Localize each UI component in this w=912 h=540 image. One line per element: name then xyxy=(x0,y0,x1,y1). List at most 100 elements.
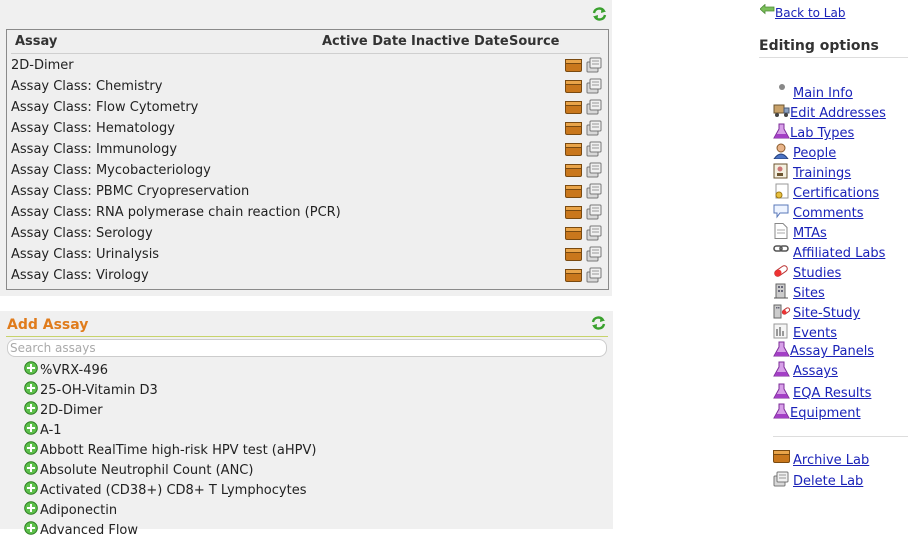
assay-name: Assay Class: Serology xyxy=(11,226,153,241)
archive-icon[interactable] xyxy=(565,122,582,139)
header-divider xyxy=(11,53,600,54)
table-row: 2D-Dimer xyxy=(7,55,608,76)
column-header-inactive-date[interactable]: Inactive Date xyxy=(411,34,509,49)
search-assays-input[interactable] xyxy=(7,339,607,357)
editing-option-label[interactable]: Affiliated Labs xyxy=(793,246,885,261)
flask-icon xyxy=(773,383,791,399)
training-icon xyxy=(773,163,791,179)
assay-name: Assay Class: Chemistry xyxy=(11,79,163,94)
archive-icon[interactable] xyxy=(565,227,582,244)
table-row: Assay Class: Serology xyxy=(7,223,608,244)
delete-icon[interactable] xyxy=(586,246,602,266)
editing-option-label[interactable]: Main Info xyxy=(793,86,853,101)
link-icon xyxy=(773,243,791,259)
add-plus-icon[interactable] xyxy=(24,461,38,479)
archive-icon[interactable] xyxy=(565,206,582,223)
column-header-active-date[interactable]: Active Date xyxy=(322,34,407,49)
column-header-assay[interactable]: Assay xyxy=(15,34,57,49)
lab-action-label[interactable]: Archive Lab xyxy=(793,453,869,468)
assay-option-label: 2D-Dimer xyxy=(40,403,103,418)
pill-icon xyxy=(773,263,791,279)
back-to-lab-label[interactable]: Back to Lab xyxy=(775,6,845,20)
archive-icon[interactable] xyxy=(565,185,582,202)
editing-option-label[interactable]: Trainings xyxy=(793,166,851,181)
certificate-icon xyxy=(773,183,791,199)
assay-name: Assay Class: Immunology xyxy=(11,142,178,157)
assay-name: Assay Class: Virology xyxy=(11,268,149,283)
editing-option-label[interactable]: Certifications xyxy=(793,186,879,201)
assay-name: Assay Class: Mycobacteriology xyxy=(11,163,211,178)
table-row: Assay Class: Mycobacteriology xyxy=(7,160,608,181)
editing-option-label[interactable]: MTAs xyxy=(793,226,827,241)
table-row: Assay Class: Hematology xyxy=(7,118,608,139)
assay-name: Assay Class: RNA polymerase chain reacti… xyxy=(11,205,341,220)
delete-icon xyxy=(773,471,791,487)
archive-icon[interactable] xyxy=(565,59,582,76)
add-plus-icon[interactable] xyxy=(24,521,38,539)
delete-icon[interactable] xyxy=(586,267,602,287)
add-plus-icon[interactable] xyxy=(24,441,38,459)
archive-icon[interactable] xyxy=(565,248,582,265)
assay-option-label: 25-OH-Vitamin D3 xyxy=(40,383,158,398)
delete-icon[interactable] xyxy=(586,162,602,182)
editing-option-label[interactable]: Site-Study xyxy=(793,306,860,321)
editing-option-label[interactable]: EQA Results xyxy=(793,386,871,401)
add-plus-icon[interactable] xyxy=(24,361,38,379)
assay-table: Assay Active Date Inactive Date Source 2… xyxy=(6,29,609,290)
assay-list-panel: Assay Active Date Inactive Date Source 2… xyxy=(0,0,612,296)
add-plus-icon[interactable] xyxy=(24,381,38,399)
refresh-icon[interactable] xyxy=(591,6,608,26)
assay-option-label: Abbott RealTime high-risk HPV test (aHPV… xyxy=(40,443,317,458)
delete-icon[interactable] xyxy=(586,204,602,224)
add-plus-icon[interactable] xyxy=(24,401,38,419)
editing-option-label[interactable]: Edit Addresses xyxy=(790,106,886,121)
table-row: Assay Class: Urinalysis xyxy=(7,244,608,265)
editing-option-label[interactable]: Sites xyxy=(793,286,825,301)
table-header: Assay Active Date Inactive Date Source xyxy=(7,30,608,54)
delete-icon[interactable] xyxy=(586,183,602,203)
add-plus-icon[interactable] xyxy=(24,421,38,439)
delete-icon[interactable] xyxy=(586,78,602,98)
archive-icon[interactable] xyxy=(565,143,582,160)
archive-icon[interactable] xyxy=(565,101,582,118)
delete-icon[interactable] xyxy=(586,141,602,161)
archive-icon[interactable] xyxy=(565,164,582,181)
assay-option-label: Absolute Neutrophil Count (ANC) xyxy=(40,463,254,478)
editing-option-label[interactable]: Assay Panels xyxy=(790,344,874,359)
archive-icon[interactable] xyxy=(565,269,582,286)
title-divider xyxy=(6,336,608,337)
lab-action-label[interactable]: Delete Lab xyxy=(793,474,863,489)
delete-icon[interactable] xyxy=(586,120,602,140)
delete-icon[interactable] xyxy=(586,225,602,245)
actions-divider xyxy=(773,436,908,437)
editing-option-label[interactable]: People xyxy=(793,146,836,161)
flask-icon xyxy=(773,341,791,357)
editing-option-label[interactable]: Equipment xyxy=(790,406,861,421)
table-row: Assay Class: RNA polymerase chain reacti… xyxy=(7,202,608,223)
events-icon xyxy=(773,323,791,339)
table-row: Assay Class: Virology xyxy=(7,265,608,286)
add-plus-icon[interactable] xyxy=(24,501,38,519)
comment-icon xyxy=(773,203,791,219)
editing-option-label[interactable]: Lab Types xyxy=(790,126,854,141)
column-header-source[interactable]: Source xyxy=(509,34,559,49)
add-assay-panel: Add Assay %VRX-496 25-OH-Vitamin D3 2D-Dim… xyxy=(0,311,613,538)
archive-icon[interactable] xyxy=(565,80,582,97)
table-row: Assay Class: PBMC Cryopreservation xyxy=(7,181,608,202)
delete-icon[interactable] xyxy=(586,99,602,119)
editing-option-label[interactable]: Studies xyxy=(793,266,841,281)
add-plus-icon[interactable] xyxy=(24,481,38,499)
assay-option-label: Adiponectin xyxy=(40,503,118,518)
editing-option-label[interactable]: Assays xyxy=(793,364,838,379)
assay-option-label: Advanced Flow xyxy=(40,523,139,538)
delete-icon[interactable] xyxy=(586,57,602,77)
refresh-icon[interactable] xyxy=(590,315,607,335)
building-icon xyxy=(773,283,791,299)
back-arrow-icon xyxy=(759,3,775,18)
assay-name: Assay Class: PBMC Cryopreservation xyxy=(11,184,250,199)
editing-divider xyxy=(759,57,908,58)
editing-option-label[interactable]: Comments xyxy=(793,206,863,221)
assay-name: Assay Class: Flow Cytometry xyxy=(11,100,199,115)
editing-option-label[interactable]: Events xyxy=(793,326,837,341)
flask-icon xyxy=(773,403,791,419)
